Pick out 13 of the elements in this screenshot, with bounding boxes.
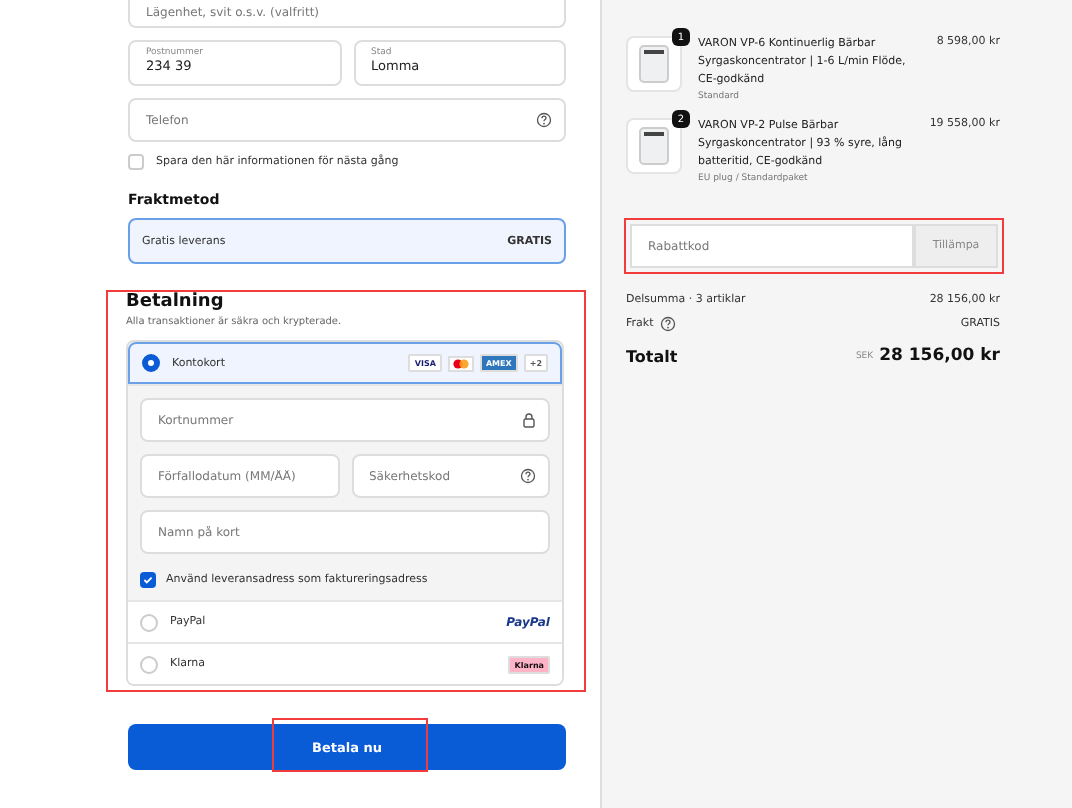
device-icon [638, 126, 670, 166]
help-icon[interactable] [520, 468, 536, 484]
save-info-checkbox[interactable] [128, 154, 144, 170]
device-icon [638, 44, 670, 84]
help-icon[interactable] [659, 316, 676, 332]
lock-icon [522, 412, 536, 428]
total-label: Totalt [626, 347, 678, 365]
mastercard-logo [447, 355, 474, 371]
payment-heading: Betalning [126, 292, 226, 312]
help-icon[interactable] [536, 112, 552, 128]
total-value: 28 156,00 kr [879, 346, 1000, 366]
billing-address-checkbox[interactable] [140, 572, 156, 588]
radio-button[interactable] [142, 354, 160, 372]
